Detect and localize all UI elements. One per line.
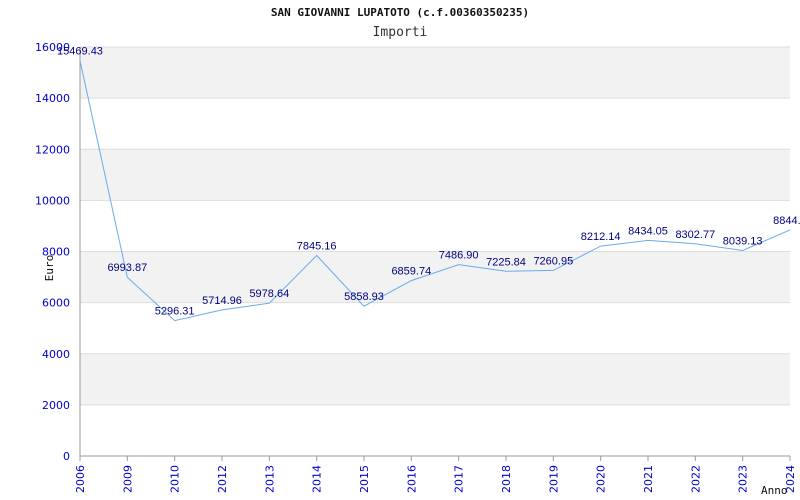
data-label: 8039.13 <box>723 235 763 247</box>
x-tick-label: 2012 <box>216 465 229 493</box>
data-label: 8212.14 <box>581 231 621 243</box>
data-label: 7486.90 <box>439 250 479 262</box>
data-label: 7260.95 <box>533 255 573 267</box>
data-label: 5296.31 <box>155 306 195 318</box>
y-tick-label: 0 <box>63 450 70 463</box>
x-tick-label: 2015 <box>358 465 371 493</box>
data-label: 7225.84 <box>486 256 526 268</box>
y-axis-ticks: 0200040006000800010000120001400016000 <box>35 41 70 463</box>
x-tick-label: 2014 <box>311 465 324 493</box>
y-tick-label: 2000 <box>42 399 70 412</box>
data-label: 8302.77 <box>675 229 715 241</box>
data-label: 8434.05 <box>628 225 668 237</box>
x-tick-label: 2023 <box>737 465 750 493</box>
background-band <box>80 47 790 99</box>
y-tick-label: 6000 <box>42 297 70 310</box>
x-tick-label: 2022 <box>689 465 702 493</box>
data-label: 6859.74 <box>391 266 431 278</box>
x-tick-label: 2006 <box>74 465 87 493</box>
x-axis-label: Anno <box>761 484 788 497</box>
background-band <box>80 149 790 201</box>
data-label: 6993.87 <box>107 262 147 274</box>
y-axis-label: Euro <box>43 255 56 282</box>
data-label: 8844.8 <box>773 215 800 227</box>
x-tick-label: 2017 <box>453 465 466 493</box>
background-band <box>80 353 790 405</box>
data-label: 7845.16 <box>297 240 337 252</box>
y-tick-label: 14000 <box>35 92 70 105</box>
x-tick-label: 2016 <box>405 465 418 493</box>
y-tick-label: 4000 <box>42 348 70 361</box>
y-tick-label: 12000 <box>35 143 70 156</box>
background-bands <box>80 47 790 405</box>
line-chart: 0200040006000800010000120001400016000 20… <box>35 41 800 497</box>
data-label: 15469.43 <box>57 46 103 58</box>
data-label: 5978.64 <box>249 288 289 300</box>
y-tick-label: 10000 <box>35 194 70 207</box>
x-axis-ticks: 2006 2009 2010 2012 2013 2014 2015 2016 2017 2018… <box>74 456 797 493</box>
data-label: 5858.93 <box>344 291 384 303</box>
x-tick-label: 2018 <box>500 465 513 493</box>
background-band <box>80 251 790 303</box>
x-tick-label: 2010 <box>169 465 182 493</box>
x-tick-label: 2009 <box>121 465 134 493</box>
x-tick-label: 2020 <box>595 465 608 493</box>
data-label: 5714.96 <box>202 295 242 307</box>
x-tick-label: 2013 <box>263 465 276 493</box>
x-tick-label: 2019 <box>547 465 560 493</box>
x-tick-label: 2021 <box>642 465 655 493</box>
